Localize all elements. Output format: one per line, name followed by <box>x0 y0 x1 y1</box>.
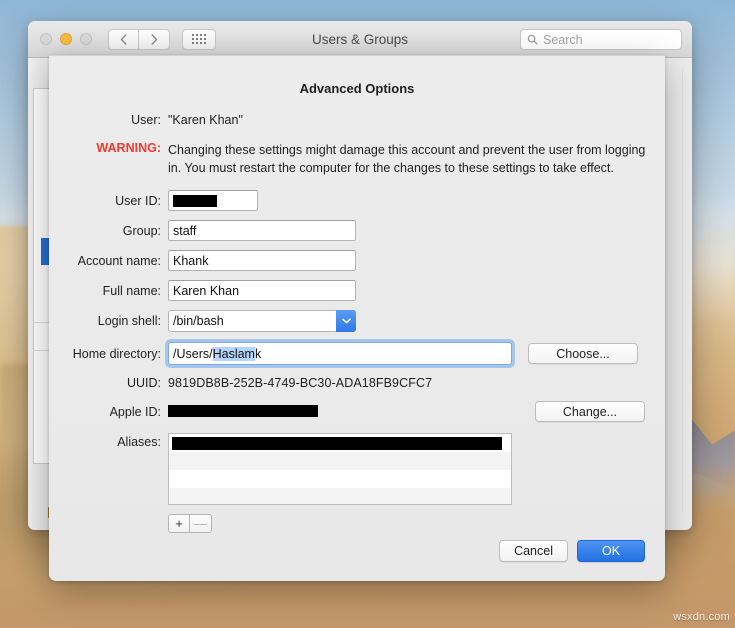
add-alias-button[interactable]: + <box>168 514 190 533</box>
list-item[interactable] <box>169 488 511 504</box>
search-icon <box>527 34 538 45</box>
pane-edge <box>682 69 683 512</box>
uuid-value: 9819DB8B-252B-4749-BC30-ADA18FB9CFC7 <box>168 376 433 390</box>
account-name-label: Account name: <box>77 253 161 268</box>
popup-arrow-button[interactable] <box>336 310 356 332</box>
home-directory-selected-text: Haslam <box>212 346 255 361</box>
list-item[interactable] <box>169 434 511 452</box>
home-directory-label: Home directory: <box>72 346 161 361</box>
home-directory-field[interactable]: /Users/Haslam k <box>168 342 512 365</box>
group-value: staff <box>173 223 197 238</box>
account-name-field[interactable]: Khank <box>168 250 356 271</box>
full-name-field[interactable]: Karen Khan <box>168 280 356 301</box>
forward-button[interactable] <box>139 28 170 50</box>
sheet-title: Advanced Options <box>299 81 415 96</box>
cancel-button[interactable]: Cancel <box>499 540 568 562</box>
account-name-value: Khank <box>173 253 209 268</box>
back-button[interactable] <box>108 28 139 50</box>
navigation-buttons <box>108 28 170 50</box>
user-id-label: User ID: <box>115 193 161 208</box>
chevron-left-icon <box>120 33 127 45</box>
watermark: wsxdn.com <box>673 611 730 623</box>
user-row: User: "Karen Khan" <box>49 113 665 127</box>
full-name-value: Karen Khan <box>173 283 240 298</box>
zoom-button[interactable] <box>80 33 92 45</box>
full-name-row: Full name: Karen Khan <box>49 280 665 301</box>
account-name-row: Account name: Khank <box>49 250 665 271</box>
apple-id-row: Apple ID: Change... <box>49 401 665 422</box>
home-directory-prefix: /Users/ <box>173 346 213 361</box>
change-button[interactable]: Change... <box>535 401 645 422</box>
login-shell-row: Login shell: /bin/bash <box>49 310 665 332</box>
grid-view-icon <box>192 34 206 44</box>
remove-alias-button[interactable]: — <box>190 514 212 533</box>
warning-label: WARNING: <box>96 141 161 155</box>
user-id-row: User ID: <box>49 190 665 211</box>
home-directory-suffix: k <box>254 346 262 361</box>
traffic-lights <box>40 33 92 45</box>
home-directory-row: Home directory: /Users/Haslam k Choose... <box>49 342 665 365</box>
list-item[interactable] <box>169 470 511 488</box>
uuid-label: UUID: <box>126 376 161 390</box>
search-field[interactable]: Search <box>520 29 682 50</box>
ok-button[interactable]: OK <box>577 540 645 562</box>
apple-id-redaction <box>168 404 318 417</box>
chevron-down-icon <box>341 318 351 324</box>
login-shell-label: Login shell: <box>97 314 161 328</box>
warning-text: Changing these settings might damage thi… <box>168 143 646 175</box>
minimize-button[interactable] <box>60 33 72 45</box>
aliases-label: Aliases: <box>117 435 161 449</box>
sheet-footer: Cancel OK <box>499 540 645 562</box>
alias-add-remove-control: + — <box>168 514 665 533</box>
uuid-row: UUID: 9819DB8B-252B-4749-BC30-ADA18FB9CF… <box>49 376 665 390</box>
alias-redaction <box>172 436 502 450</box>
close-button[interactable] <box>40 33 52 45</box>
search-placeholder: Search <box>543 32 583 47</box>
choose-button[interactable]: Choose... <box>528 343 638 364</box>
show-all-button[interactable] <box>182 28 216 50</box>
window-titlebar: Users & Groups Search <box>28 21 692 58</box>
list-item[interactable] <box>169 452 511 470</box>
full-name-label: Full name: <box>102 283 161 298</box>
aliases-list[interactable] <box>168 433 512 505</box>
login-shell-popup[interactable]: /bin/bash <box>168 310 356 332</box>
chevron-right-icon <box>151 33 157 45</box>
aliases-row: Aliases: <box>49 433 665 505</box>
apple-id-label: Apple ID: <box>109 404 161 419</box>
user-id-field[interactable] <box>168 190 258 211</box>
warning-row: WARNING: Changing these settings might d… <box>49 141 665 177</box>
user-value: "Karen Khan" <box>168 113 243 127</box>
user-id-redaction <box>173 194 217 207</box>
login-shell-value: /bin/bash <box>173 314 224 328</box>
group-field[interactable]: staff <box>168 220 356 241</box>
user-label: User: <box>131 113 161 127</box>
advanced-options-sheet: Advanced Options User: "Karen Khan" WARNI… <box>49 55 665 581</box>
group-label: Group: <box>122 223 161 238</box>
group-row: Group: staff <box>49 220 665 241</box>
